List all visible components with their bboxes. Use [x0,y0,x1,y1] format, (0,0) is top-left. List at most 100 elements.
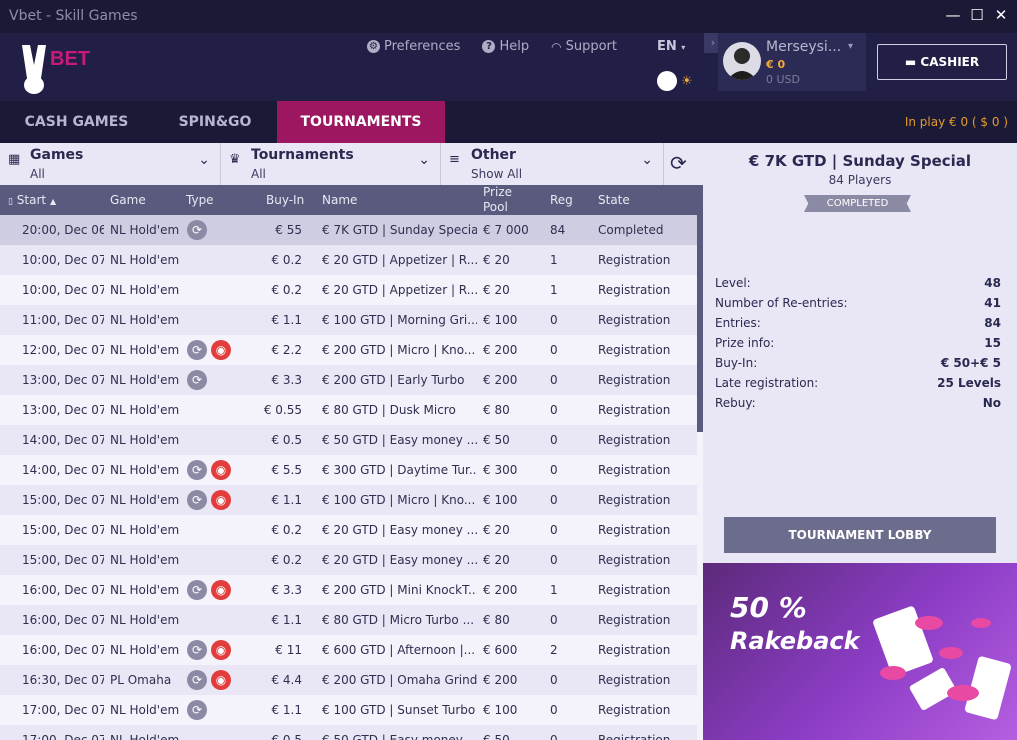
table-row[interactable]: 16:00, Dec 07 NL Hold'em € 11 € 600 GTD | A… [0,635,697,665]
cell-reg: 2 [550,643,558,657]
cell-start: 17:00, Dec 07 [22,733,104,740]
table-row[interactable]: 15:00, Dec 07 NL Hold'em € 1.1 € 100 GTD | … [0,485,697,515]
window-title: Vbet - Skill Games [9,8,138,24]
col-buyin[interactable]: Buy-In [266,185,304,215]
table-row[interactable]: 16:00, Dec 07 NL Hold'em € 3.3 € 200 GTD | … [0,575,697,605]
cell-state: Registration [598,493,671,507]
table-row[interactable]: 17:00, Dec 07 NL Hold'em € 0.5 € 50 GTD | E… [0,725,697,740]
table-row[interactable]: 15:00, Dec 07 NL Hold'em € 0.2 € 20 GTD | E… [0,545,697,575]
table-row[interactable]: 20:00, Dec 06 NL Hold'em € 55 € 7K GTD | Su… [0,215,697,245]
table-row[interactable]: 11:00, Dec 07 NL Hold'em € 1.1 € 100 GTD | … [0,305,697,335]
games-filter[interactable]: ▦ Games All ⌄ [0,143,221,185]
reentry-icon: ⟳ [187,370,207,390]
knockout-icon: ◉ [211,460,231,480]
cell-buyin: € 2.2 [271,343,302,357]
tab-cash-games[interactable]: CASH GAMES [0,101,153,143]
cell-reg: 0 [550,673,558,687]
stat-row: Late registration: 25 Levels [715,373,1001,393]
preferences-link[interactable]: ⚙ Preferences [367,39,460,54]
reentry-icon: ⟳ [187,220,207,240]
stat-value: 25 Levels [937,376,1001,390]
cell-name: € 7K GTD | Sunday Special [322,223,477,237]
language-select[interactable]: EN ▾ [657,39,685,54]
cell-prize: € 20 [483,523,510,537]
tab-spin-go[interactable]: SPIN&GO [153,101,277,143]
cell-buyin: € 0.5 [271,733,302,740]
stat-value: No [982,396,1001,410]
close-button[interactable]: ✕ [993,5,1009,25]
table-row[interactable]: 16:00, Dec 07 NL Hold'em € 1.1 € 80 GTD | M… [0,605,697,635]
table-row[interactable]: 14:00, Dec 07 NL Hold'em € 5.5 € 300 GTD | … [0,455,697,485]
cell-state: Registration [598,343,671,357]
support-link[interactable]: ◠ Support [551,39,617,54]
col-name[interactable]: Name [322,185,357,215]
table-row[interactable]: 17:00, Dec 07 NL Hold'em € 1.1 € 100 GTD | … [0,695,697,725]
theme-toggle[interactable]: ☀ [657,71,693,91]
cell-buyin: € 11 [275,643,302,657]
cell-name: € 50 GTD | Easy money ... [322,733,477,740]
minimize-button[interactable]: — [945,5,961,25]
cell-name: € 80 GTD | Micro Turbo ... [322,613,475,627]
col-reg[interactable]: Reg [550,185,573,215]
table-row[interactable]: 14:00, Dec 07 NL Hold'em € 0.5 € 50 GTD | E… [0,425,697,455]
table-row[interactable]: 10:00, Dec 07 NL Hold'em € 0.2 € 20 GTD | A… [0,275,697,305]
status-badge: COMPLETED [804,195,911,212]
other-filter[interactable]: ≡ Other Show All ⌄ [441,143,664,185]
cell-start: 14:00, Dec 07 [22,463,104,477]
chevron-down-icon: ⌄ [641,152,653,168]
table-row[interactable]: 13:00, Dec 07 NL Hold'em € 0.55 € 80 GTD | … [0,395,697,425]
table-row[interactable]: 16:30, Dec 07 PL Omaha € 4.4 € 200 GTD | Om… [0,665,697,695]
col-game[interactable]: Game [110,185,146,215]
stat-value: € 50+€ 5 [940,356,1001,370]
cell-name: € 200 GTD | Early Turbo [322,373,465,387]
refresh-icon[interactable]: ⟳ [670,151,687,175]
vbet-logo[interactable]: BET [16,41,100,95]
knockout-icon: ◉ [211,670,231,690]
user-menu[interactable]: Merseysi... ▾ € 0 0 USD [718,33,866,91]
tournaments-filter[interactable]: ♛ Tournaments All ⌄ [221,143,441,185]
maximize-button[interactable]: ☐ [969,5,985,25]
cell-start: 15:00, Dec 07 [22,553,104,567]
cell-buyin: € 1.1 [271,613,302,627]
col-start[interactable]: ▯ Start ▲ [8,185,56,215]
tournament-lobby-button[interactable]: TOURNAMENT LOBBY [724,517,996,553]
table-row[interactable]: 12:00, Dec 07 NL Hold'em € 2.2 € 200 GTD | … [0,335,697,365]
stat-label: Level: [715,276,751,290]
table-row[interactable]: 13:00, Dec 07 NL Hold'em € 3.3 € 200 GTD | … [0,365,697,395]
stat-row: Entries: 84 [715,313,1001,333]
cell-game: NL Hold'em [110,703,180,717]
col-type[interactable]: Type [186,185,214,215]
cell-name: € 200 GTD | Micro | Kno... [322,343,476,357]
table-row[interactable]: 15:00, Dec 07 NL Hold'em € 0.2 € 20 GTD | E… [0,515,697,545]
cell-prize: € 20 [483,553,510,567]
help-link[interactable]: ? Help [482,39,529,54]
cell-start: 10:00, Dec 07 [22,253,104,267]
title-bar: Vbet - Skill Games — ☐ ✕ [0,0,1017,33]
col-state[interactable]: State [598,185,630,215]
tab-tournaments[interactable]: TOURNAMENTS [277,101,445,143]
filter-bar: ▦ Games All ⌄ ♛ Tournaments All ⌄ ≡ Othe… [0,143,703,185]
cell-name: € 20 GTD | Easy money ... [322,553,477,567]
stat-label: Entries: [715,316,761,330]
cell-game: NL Hold'em [110,373,180,387]
stat-row: Buy-In: € 50+€ 5 [715,353,1001,373]
cell-start: 16:00, Dec 07 [22,643,104,657]
col-prize-pool[interactable]: Prize Pool [483,185,512,215]
table-row[interactable]: 10:00, Dec 07 NL Hold'em € 0.2 € 20 GTD | A… [0,245,697,275]
wallet-icon: ▬ [904,55,917,69]
cell-type: ⟳ [186,365,246,395]
cell-state: Completed [598,223,664,237]
calendar-icon: ▯ [8,197,13,207]
reentry-icon: ⟳ [187,700,207,720]
reentry-icon: ⟳ [187,670,207,690]
rakeback-banner[interactable]: 50 % Rakeback [703,563,1017,740]
cashier-button[interactable]: ▬ CASHIER [877,44,1007,80]
filter-value: All [251,167,266,181]
stat-label: Prize info: [715,336,775,350]
reentry-icon: ⟳ [187,460,207,480]
cashier-label: CASHIER [920,55,980,69]
cell-state: Registration [598,553,671,567]
preferences-label: Preferences [384,39,461,54]
cell-name: € 100 GTD | Sunset Turbo [322,703,476,717]
cell-start: 16:30, Dec 07 [22,673,104,687]
